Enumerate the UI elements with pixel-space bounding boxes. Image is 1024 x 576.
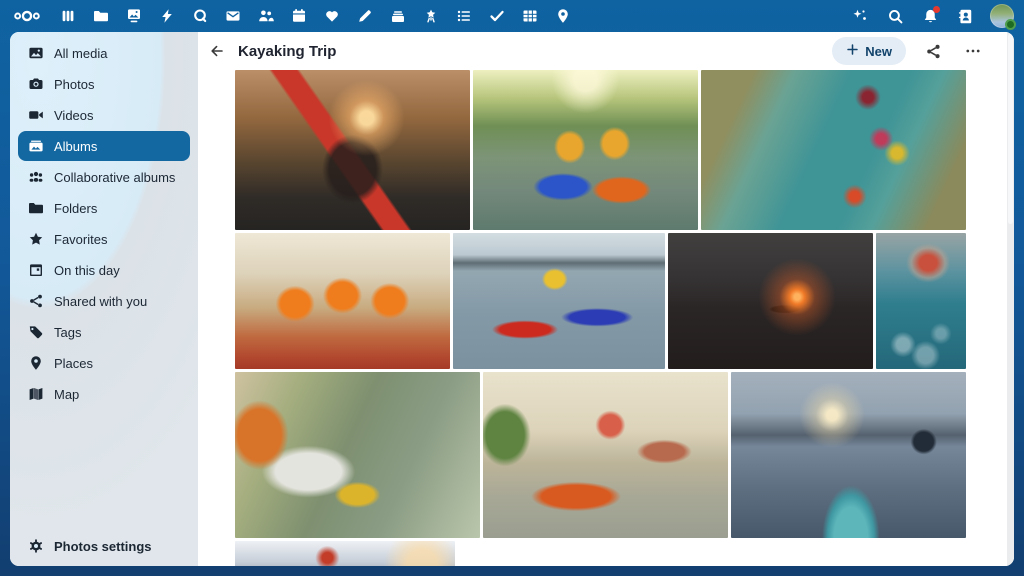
folder-icon[interactable] [91,6,111,26]
calendar-icon[interactable] [289,6,309,26]
page-title: Kayaking Trip [238,43,336,60]
photo-thumbnail[interactable] [453,233,665,369]
pencil-icon[interactable] [355,6,375,26]
new-button[interactable]: New [832,37,906,65]
photo-grid [235,70,966,566]
lightning-icon[interactable] [157,6,177,26]
sidebar-nav: All media Photos Videos Albums Collabora… [10,32,198,409]
calendar-day-icon [28,262,44,278]
sidebar-item-tags[interactable]: Tags [18,317,190,347]
photo-thumbnail[interactable] [701,70,966,230]
header-actions: New [832,37,998,65]
photo-thumbnail[interactable] [668,233,873,369]
albums-icon [28,138,44,154]
grid-row [235,541,966,566]
gear-icon [28,538,44,554]
place-pin-icon [28,355,44,371]
notification-dot [933,6,940,13]
sidebar-item-collaborative-albums[interactable]: Collaborative albums [18,162,190,192]
table-icon[interactable] [520,6,540,26]
video-icon [28,107,44,123]
main-content: Kayaking Trip New [198,32,1014,566]
photos-icon[interactable] [124,6,144,26]
photo-thumbnail[interactable] [235,70,470,230]
plus-icon [846,43,859,59]
photo-thumbnail[interactable] [731,372,966,538]
sidebar-item-places[interactable]: Places [18,348,190,378]
camera-icon [28,76,44,92]
sidebar-item-favorites[interactable]: Favorites [18,224,190,254]
topbar-right [850,4,1014,28]
bell-icon[interactable] [920,6,940,26]
photo-thumbnail[interactable] [876,233,966,369]
map-pin-icon[interactable] [553,6,573,26]
speech-bubble-icon[interactable] [190,6,210,26]
people-icon[interactable] [256,6,276,26]
share-icon [28,293,44,309]
contacts-book-icon[interactable] [955,6,975,26]
topbar [0,0,1024,32]
scrollbar[interactable] [1007,32,1014,566]
new-button-label: New [865,44,892,59]
sidebar-item-albums[interactable]: Albums [18,131,190,161]
sidebar-item-map[interactable]: Map [18,379,190,409]
photo-thumbnail[interactable] [235,233,450,369]
grid-row [235,70,966,230]
grid-row [235,233,966,369]
sidebar-item-folders[interactable]: Folders [18,193,190,223]
envelope-icon[interactable] [223,6,243,26]
album-header: Kayaking Trip New [198,32,1014,70]
sidebar-item-photos[interactable]: Photos [18,69,190,99]
status-online-icon [1005,19,1016,30]
photo-thumbnail[interactable] [483,372,728,538]
app-grid-icon[interactable] [58,6,78,26]
sidebar: All media Photos Videos Albums Collabora… [10,32,198,566]
star-icon [28,231,44,247]
back-button[interactable] [204,38,230,64]
share-nodes-icon[interactable] [920,38,946,64]
heart-icon[interactable] [322,6,342,26]
search-icon[interactable] [885,6,905,26]
sidebar-item-all-media[interactable]: All media [18,38,190,68]
avatar[interactable] [990,4,1014,28]
people-group-icon [28,169,44,185]
image-icon [28,45,44,61]
photos-settings-button[interactable]: Photos settings [18,531,190,561]
app-window: All media Photos Videos Albums Collabora… [10,32,1014,566]
app-menu [58,6,573,26]
photo-thumbnail[interactable] [235,541,455,566]
list-icon[interactable] [454,6,474,26]
folder-icon [28,200,44,216]
nextcloud-logo[interactable] [10,9,44,23]
grid-row [235,372,966,538]
sidebar-item-videos[interactable]: Videos [18,100,190,130]
tag-icon [28,324,44,340]
sidebar-item-shared-with-you[interactable]: Shared with you [18,286,190,316]
scrollbar-thumb[interactable] [1008,34,1013,224]
checkmark-icon[interactable] [487,6,507,26]
map-icon [28,386,44,402]
photo-thumbnail[interactable] [473,70,698,230]
sidebar-item-on-this-day[interactable]: On this day [18,255,190,285]
sparkle-icon[interactable] [850,6,870,26]
photo-thumbnail[interactable] [235,372,480,538]
more-menu-button[interactable] [960,38,986,64]
star-figure-icon[interactable] [421,6,441,26]
archive-box-icon[interactable] [388,6,408,26]
